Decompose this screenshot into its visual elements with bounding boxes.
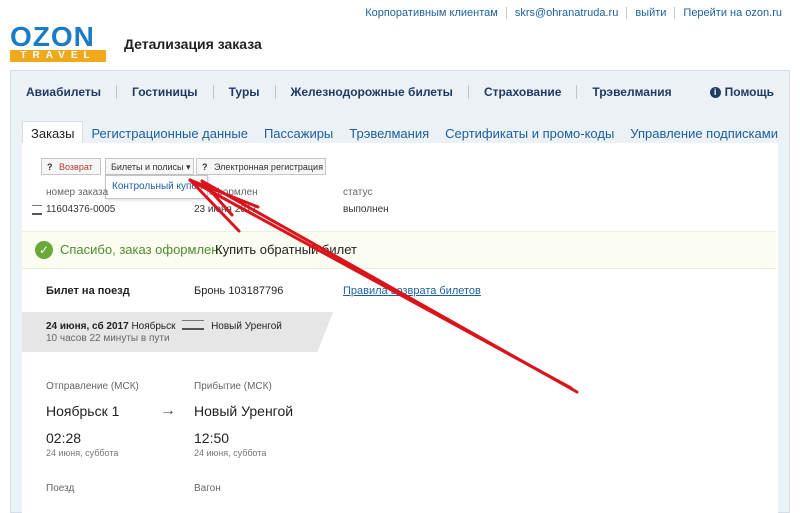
buy-return-ticket-link[interactable]: Купить обратный билет [215,242,357,257]
trip-route: 24 июня, сб 2017 Ноябрьск Новый Уренгой [46,320,282,332]
nav-item-tours[interactable]: Туры [229,85,260,99]
departure-time: 02:28 [46,430,82,446]
logout-link[interactable]: выйти [635,7,666,19]
refund-label: Возврат [59,162,93,172]
tickets-policies-button[interactable]: Билеты и полисы ▾ [105,158,194,175]
divider [505,7,507,19]
trip-from: Ноябрьск [131,321,176,332]
arrival-date: 24 июня, суббота [194,448,267,458]
divider [674,7,676,19]
order-date-value: 23 июня 2017 [194,204,257,215]
control-coupon-menu-item[interactable]: Контрольный купон [105,175,208,199]
success-message: Спасибо, заказ оформлен. [60,242,223,257]
order-status-value: выполнен [343,204,389,215]
train-label: Поезд [46,483,75,494]
departure-city: Ноябрьск 1 [46,403,120,419]
nav-item-insurance[interactable]: Страхование [484,85,561,99]
divider [626,7,628,19]
train-icon [182,320,205,330]
ozon-travel-logo[interactable]: OZON TRAVEL [10,23,106,63]
user-email-link[interactable]: skrs@ohranatruda.ru [515,7,619,19]
page-title: Детализация заказа [124,36,262,52]
booking-number: Бронь 103187796 [194,285,284,297]
arrival-time: 12:50 [194,430,230,446]
divider [576,85,578,99]
help-question-icon: ? [47,162,53,172]
main-nav: Авиабилеты Гостиницы Туры Железнодорожны… [26,85,672,99]
arrival-label: Прибытие (МСК) [194,381,272,392]
help-label: Помощь [724,85,774,99]
corporate-link[interactable]: Корпоративным клиентам [365,7,498,19]
eregistration-label: Электронная регистрация [214,162,323,172]
trip-summary-band [22,312,333,352]
help-link[interactable]: i Помощь [709,85,774,99]
ozon-link[interactable]: Перейти на ozon.ru [683,7,782,19]
check-icon: ✓ [35,241,53,259]
nav-item-travelmania[interactable]: Трэвелмания [592,85,671,99]
order-status-label: статус [343,187,373,198]
nav-item-hotels[interactable]: Гостиницы [132,85,198,99]
help-question-icon: ? [202,162,208,172]
divider [467,85,469,99]
trip-to: Новый Уренгой [211,321,282,332]
divider [116,85,117,99]
arrival-city: Новый Уренгой [194,403,294,419]
divider [212,85,214,99]
info-icon: i [709,86,721,98]
order-date-label: оформлен [209,187,258,198]
eregistration-button[interactable]: ? Электронная регистрация [196,158,326,175]
logo-travel-text: TRAVEL [10,50,106,62]
refund-rules-link[interactable]: Правила возврата билетов [343,285,481,297]
order-number: 11604376-0005 [32,204,115,215]
logo-ozon-text: OZON [10,21,95,52]
nav-item-railway[interactable]: Железнодорожные билеты [291,85,453,99]
order-number-value: 11604376-0005 [46,204,116,215]
order-number-label: номер заказа [46,187,109,198]
departure-label: Отправление (МСК) [46,381,139,392]
nav-item-avia[interactable]: Авиабилеты [26,85,101,99]
divider [274,85,276,99]
train-icon [32,204,42,215]
trip-date: 24 июня, сб 2017 [46,321,129,332]
trip-duration: 10 часов 22 минуты в пути [46,333,170,344]
departure-date: 24 июня, суббота [46,448,119,458]
car-label: Вагон [194,483,221,494]
top-links: Корпоративным клиентам skrs@ohranatruda.… [365,7,782,19]
arrow-right-icon: → [160,402,176,419]
ticket-type-label: Билет на поезд [46,285,130,297]
refund-button[interactable]: ? Возврат [41,158,101,175]
